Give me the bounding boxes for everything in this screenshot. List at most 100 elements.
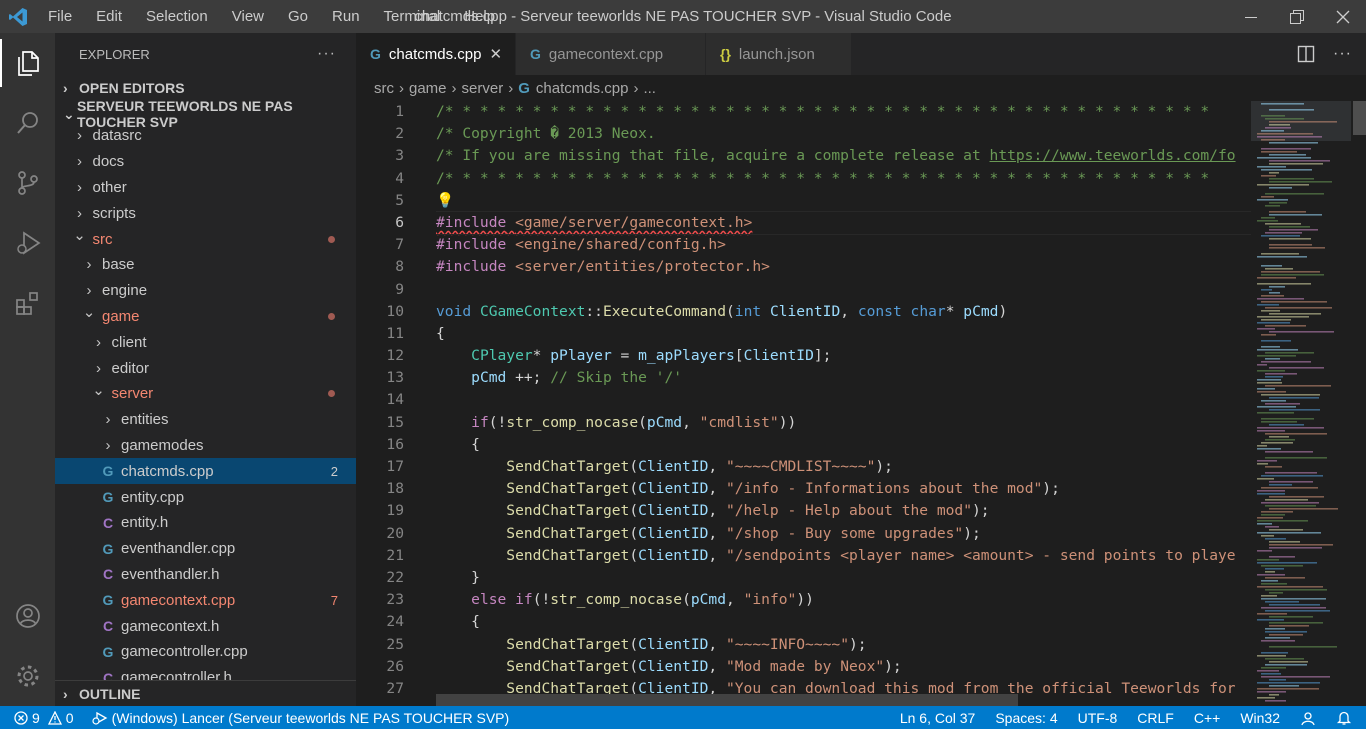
status-bar: 9 0 (Windows) Lancer (Serveur teeworlds … bbox=[0, 706, 1366, 729]
end-of-line[interactable]: CRLF bbox=[1127, 710, 1184, 726]
code-lines[interactable]: /* * * * * * * * * * * * * * * * * * * *… bbox=[436, 101, 1251, 700]
close-tab-icon[interactable]: ✕ bbox=[489, 45, 502, 63]
cpp-file-icon: G bbox=[102, 540, 114, 557]
menu-edit[interactable]: Edit bbox=[84, 0, 134, 33]
breadcrumb-item[interactable]: src bbox=[374, 80, 394, 97]
cursor-position[interactable]: Ln 6, Col 37 bbox=[890, 710, 986, 726]
tree-item-label: gamecontext.cpp bbox=[121, 591, 236, 609]
breadcrumb-item[interactable]: ... bbox=[643, 80, 656, 97]
tree-file[interactable]: Centity.h bbox=[55, 510, 356, 536]
minimize-button[interactable] bbox=[1228, 0, 1274, 33]
code-line-6: #include <game/server/gamecontext.h> bbox=[436, 210, 1251, 236]
chevron-down-icon: ⌄ bbox=[92, 381, 105, 399]
menu-selection[interactable]: Selection bbox=[134, 0, 220, 33]
problem-count-badge: 7 bbox=[330, 592, 338, 608]
menu-file[interactable]: File bbox=[36, 0, 84, 33]
split-editor-icon[interactable] bbox=[1297, 45, 1315, 63]
scrollbar-thumb[interactable] bbox=[1353, 101, 1366, 135]
tree-file[interactable]: Cgamecontext.h bbox=[55, 613, 356, 639]
activity-accounts[interactable] bbox=[0, 586, 55, 646]
close-window-button[interactable] bbox=[1320, 0, 1366, 33]
source-control-icon bbox=[17, 171, 38, 195]
tree-folder[interactable]: ⌄ server bbox=[55, 381, 356, 407]
tree-file[interactable]: Ggamecontext.cpp 7 bbox=[55, 587, 356, 613]
run-debug-icon bbox=[16, 231, 41, 255]
vertical-scrollbar[interactable] bbox=[1353, 101, 1366, 706]
code-editor[interactable]: 1 2 3 4 5 6 7 8 9 10 11 12 13 14 15 16 17 18 19 20 21 22 23 24 2… bbox=[356, 101, 1366, 706]
warning-count: 0 bbox=[65, 709, 74, 726]
tab-gamecontext[interactable]: G gamecontext.cpp bbox=[516, 33, 706, 75]
tab-launch-json[interactable]: {} launch.json bbox=[706, 33, 852, 75]
tree-folder[interactable]: › gamemodes bbox=[55, 433, 356, 459]
tree-folder[interactable]: › scripts bbox=[55, 200, 356, 226]
menu-run[interactable]: Run bbox=[320, 0, 372, 33]
tree-folder[interactable]: › entities bbox=[55, 407, 356, 433]
title-bar: File Edit Selection View Go Run Terminal… bbox=[0, 0, 1366, 33]
code-line-3: /* If you are missing that file, acquire… bbox=[436, 147, 1236, 165]
code-line-5: 💡 bbox=[436, 190, 1251, 212]
minimap[interactable] bbox=[1251, 101, 1351, 706]
line-number: 16 bbox=[386, 435, 404, 453]
notifications-button[interactable] bbox=[1326, 710, 1366, 726]
tree-file[interactable]: Geventhandler.cpp bbox=[55, 536, 356, 562]
cpp-file-icon: G bbox=[370, 46, 381, 62]
code-line-20: SendChatTarget(ClientID, "/shop - Buy so… bbox=[506, 524, 981, 542]
tree-file[interactable]: Ggamecontroller.cpp bbox=[55, 639, 356, 665]
encoding[interactable]: UTF-8 bbox=[1068, 710, 1128, 726]
lightbulb-icon[interactable]: 💡 bbox=[436, 192, 454, 209]
cpp-file-icon: G bbox=[102, 643, 114, 660]
restore-button[interactable] bbox=[1274, 0, 1320, 33]
tree-file[interactable]: Gentity.cpp bbox=[55, 484, 356, 510]
tree-folder[interactable]: ⌄ game bbox=[55, 304, 356, 330]
tab-label: gamecontext.cpp bbox=[548, 45, 664, 63]
tree-folder[interactable]: › engine bbox=[55, 278, 356, 304]
tree-file[interactable]: Ceventhandler.h bbox=[55, 562, 356, 588]
modified-dot-icon bbox=[328, 390, 335, 398]
activity-search[interactable] bbox=[0, 93, 55, 153]
tree-folder[interactable]: › editor bbox=[55, 355, 356, 381]
activity-source-control[interactable] bbox=[0, 153, 55, 213]
indentation[interactable]: Spaces: 4 bbox=[985, 710, 1067, 726]
menu-terminal[interactable]: Terminal bbox=[372, 0, 453, 33]
tab-chatcmds[interactable]: G chatcmds.cpp ✕ bbox=[356, 33, 516, 75]
debug-launch-indicator[interactable]: (Windows) Lancer (Serveur teeworlds NE P… bbox=[88, 710, 509, 726]
activity-extensions[interactable] bbox=[0, 273, 55, 333]
activity-explorer[interactable] bbox=[0, 33, 55, 93]
activity-run-debug[interactable] bbox=[0, 213, 55, 273]
menu-view[interactable]: View bbox=[220, 0, 276, 33]
tree-item-label: src bbox=[92, 230, 113, 248]
horizontal-scrollbar[interactable] bbox=[436, 694, 1018, 706]
breadcrumb-item[interactable]: chatcmds.cpp bbox=[536, 80, 629, 97]
explorer-more-actions-icon[interactable]: ··· bbox=[317, 45, 336, 63]
tree-file[interactable]: Gchatcmds.cpp 2 bbox=[55, 458, 356, 485]
tree-folder[interactable]: › datasrc bbox=[55, 123, 356, 149]
breadcrumb-item[interactable]: game bbox=[409, 80, 447, 97]
menu-go[interactable]: Go bbox=[276, 0, 320, 33]
activity-manage[interactable] bbox=[0, 646, 55, 706]
chevron-right-icon: › bbox=[77, 153, 82, 171]
line-number: 24 bbox=[386, 613, 404, 631]
menu-help[interactable]: Help bbox=[452, 0, 507, 33]
problems-indicator[interactable]: 9 0 bbox=[14, 710, 74, 726]
outline-section[interactable]: › OUTLINE bbox=[55, 680, 356, 706]
chevron-down-icon: ⌄ bbox=[63, 105, 75, 122]
language-mode[interactable]: C++ bbox=[1184, 710, 1230, 726]
tree-folder[interactable]: › client bbox=[55, 329, 356, 355]
tree-folder[interactable]: › docs bbox=[55, 149, 356, 175]
tree-folder[interactable]: ⌄ src bbox=[55, 226, 356, 252]
more-actions-icon[interactable]: ··· bbox=[1333, 45, 1352, 63]
modified-dot-icon bbox=[328, 312, 335, 320]
chevron-right-icon: › bbox=[63, 685, 68, 702]
line-number: 8 bbox=[395, 258, 404, 276]
chevron-right-icon: › bbox=[399, 79, 404, 97]
tree-folder[interactable]: › base bbox=[55, 252, 356, 278]
code-line-26: SendChatTarget(ClientID, "Mod made by Ne… bbox=[506, 657, 902, 675]
feedback-button[interactable] bbox=[1290, 710, 1326, 726]
code-line-24: { bbox=[436, 613, 480, 631]
platform-config[interactable]: Win32 bbox=[1230, 710, 1290, 726]
problem-count-badge: 2 bbox=[330, 463, 338, 479]
breadcrumb-item[interactable]: server bbox=[462, 80, 504, 97]
tree-item-label: docs bbox=[92, 153, 125, 171]
line-number: 14 bbox=[386, 391, 404, 409]
tree-folder[interactable]: › other bbox=[55, 175, 356, 201]
